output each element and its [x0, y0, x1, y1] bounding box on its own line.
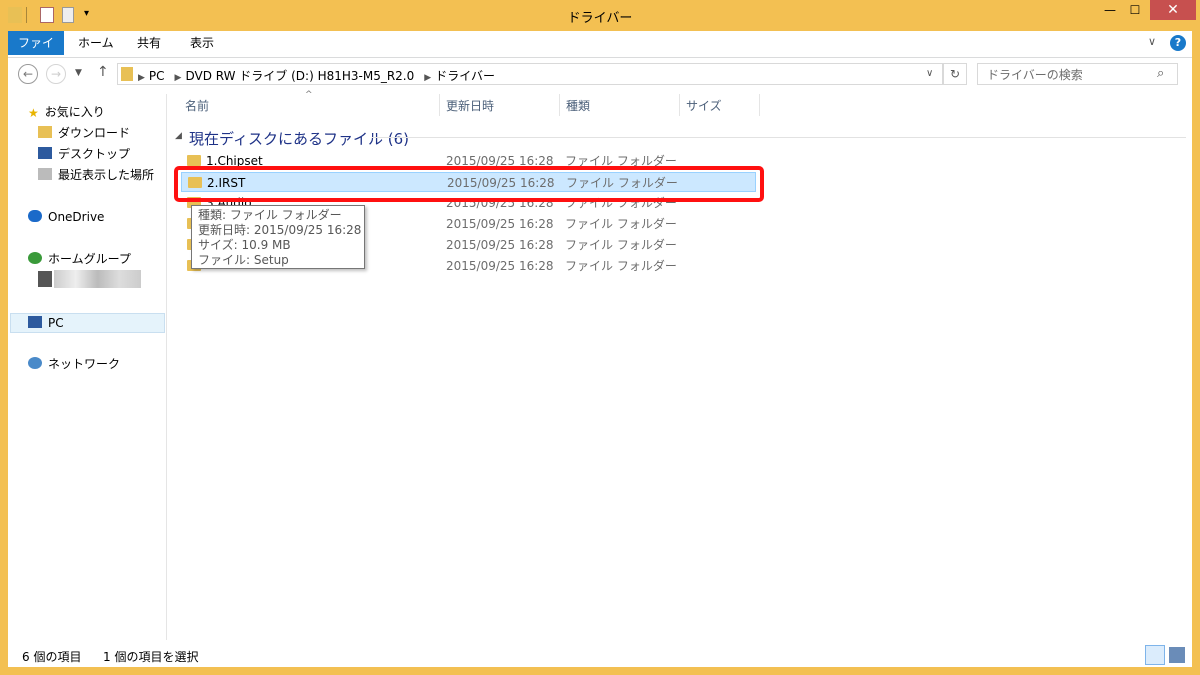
- network-icon: [28, 357, 42, 369]
- recent-locations-icon[interactable]: ▼: [75, 68, 82, 78]
- column-header-size[interactable]: サイズ: [686, 97, 722, 114]
- nav-item-label: ダウンロード: [58, 126, 131, 140]
- tab-home[interactable]: ホーム: [68, 31, 124, 55]
- nav-item-desktop[interactable]: デスクトップ: [38, 145, 130, 163]
- forward-icon[interactable]: →: [46, 64, 66, 84]
- column-divider[interactable]: [679, 94, 680, 116]
- status-item-count: 6 個の項目: [22, 650, 82, 664]
- maximize-icon[interactable]: ☐: [1125, 0, 1145, 20]
- highlight-box: [174, 166, 764, 202]
- column-header-date[interactable]: 更新日時: [446, 97, 494, 114]
- up-arrow-icon[interactable]: ↑: [97, 64, 109, 80]
- group-divider: [372, 137, 1186, 138]
- explorer-window: [8, 31, 1192, 667]
- computer-icon: [28, 316, 42, 328]
- blurred-username: [54, 270, 141, 288]
- nav-homegroup[interactable]: ホームグループ: [28, 250, 131, 268]
- nav-onedrive[interactable]: OneDrive: [28, 208, 104, 226]
- chevron-right-icon: ▶: [174, 73, 182, 83]
- folder-icon: [187, 155, 201, 166]
- details-view-icon[interactable]: [1145, 645, 1165, 665]
- download-folder-icon: [38, 126, 52, 138]
- collapse-group-icon[interactable]: ◢: [175, 131, 182, 141]
- nav-favorites[interactable]: ★ お気に入り: [28, 103, 105, 121]
- desktop-icon: [38, 147, 52, 159]
- file-type: ファイル フォルダー: [565, 259, 677, 273]
- refresh-icon[interactable]: ↻: [943, 63, 967, 85]
- chevron-right-icon: ▶: [138, 73, 145, 83]
- minimize-icon[interactable]: —: [1100, 0, 1120, 20]
- chevron-down-icon[interactable]: ∨: [1148, 35, 1156, 48]
- cloud-icon: [28, 210, 42, 222]
- close-icon[interactable]: ✕: [1150, 0, 1196, 20]
- search-placeholder: ドライバーの検索: [987, 68, 1083, 82]
- breadcrumb: ▶ PC ▶ DVD RW ドライブ (D:) H81H3-M5_R2.0 ▶ ドライバー: [132, 67, 499, 84]
- recent-places-icon: [38, 168, 52, 180]
- nav-item-label: デスクトップ: [58, 147, 131, 161]
- column-divider[interactable]: [559, 94, 560, 116]
- breadcrumb-pc[interactable]: PC: [149, 69, 165, 83]
- large-icons-view-icon[interactable]: [1169, 647, 1185, 663]
- tooltip: 種類: ファイル フォルダー 更新日時: 2015/09/25 16:28 サイ…: [191, 205, 365, 269]
- help-icon[interactable]: ?: [1170, 35, 1186, 51]
- tooltip-size: サイズ: 10.9 MB: [198, 238, 291, 252]
- nav-item-downloads[interactable]: ダウンロード: [38, 124, 130, 142]
- tab-file[interactable]: ファイル: [8, 31, 64, 74]
- nav-network-label: ネットワーク: [48, 357, 121, 371]
- file-date: 2015/09/25 16:28: [446, 217, 554, 231]
- nav-item-label: 最近表示した場所: [58, 168, 155, 182]
- nav-pc-label: PC: [48, 316, 64, 330]
- tooltip-type: 種類: ファイル フォルダー: [198, 208, 342, 222]
- column-header-name[interactable]: 名前: [185, 97, 209, 114]
- tooltip-files: ファイル: Setup: [198, 253, 289, 267]
- column-divider[interactable]: [439, 94, 440, 116]
- group-title[interactable]: 現在ディスクにあるファイル (6): [189, 128, 409, 149]
- nav-homegroup-label: ホームグループ: [48, 252, 131, 266]
- tab-view[interactable]: 表示: [180, 31, 224, 55]
- nav-network[interactable]: ネットワーク: [28, 355, 120, 373]
- search-icon[interactable]: ⌕: [1157, 66, 1164, 81]
- column-header-type[interactable]: 種類: [566, 97, 590, 114]
- user-avatar[interactable]: [38, 271, 52, 287]
- nav-favorites-label: お気に入り: [44, 105, 105, 119]
- window-title: ドライバー: [567, 11, 633, 26]
- nav-pc[interactable]: PC: [28, 314, 64, 332]
- status-selection: 1 個の項目を選択: [103, 650, 199, 664]
- tab-share[interactable]: 共有: [127, 31, 171, 55]
- star-icon: ★: [28, 106, 39, 120]
- column-divider[interactable]: [759, 94, 760, 116]
- file-type: ファイル フォルダー: [565, 238, 677, 252]
- sort-indicator-icon: ^: [305, 90, 313, 100]
- file-date: 2015/09/25 16:28: [446, 259, 554, 273]
- breadcrumb-drive[interactable]: DVD RW ドライブ (D:) H81H3-M5_R2.0: [185, 69, 414, 83]
- address-dropdown-icon[interactable]: ∨: [926, 68, 933, 79]
- chevron-right-icon: ▶: [424, 73, 432, 83]
- nav-onedrive-label: OneDrive: [48, 210, 105, 224]
- breadcrumb-folder[interactable]: ドライバー: [435, 69, 495, 83]
- tooltip-date: 更新日時: 2015/09/25 16:28: [198, 223, 362, 237]
- homegroup-icon: [28, 252, 42, 264]
- back-icon[interactable]: ←: [18, 64, 38, 84]
- file-date: 2015/09/25 16:28: [446, 238, 554, 252]
- nav-item-recent[interactable]: 最近表示した場所: [38, 166, 154, 184]
- file-type: ファイル フォルダー: [565, 217, 677, 231]
